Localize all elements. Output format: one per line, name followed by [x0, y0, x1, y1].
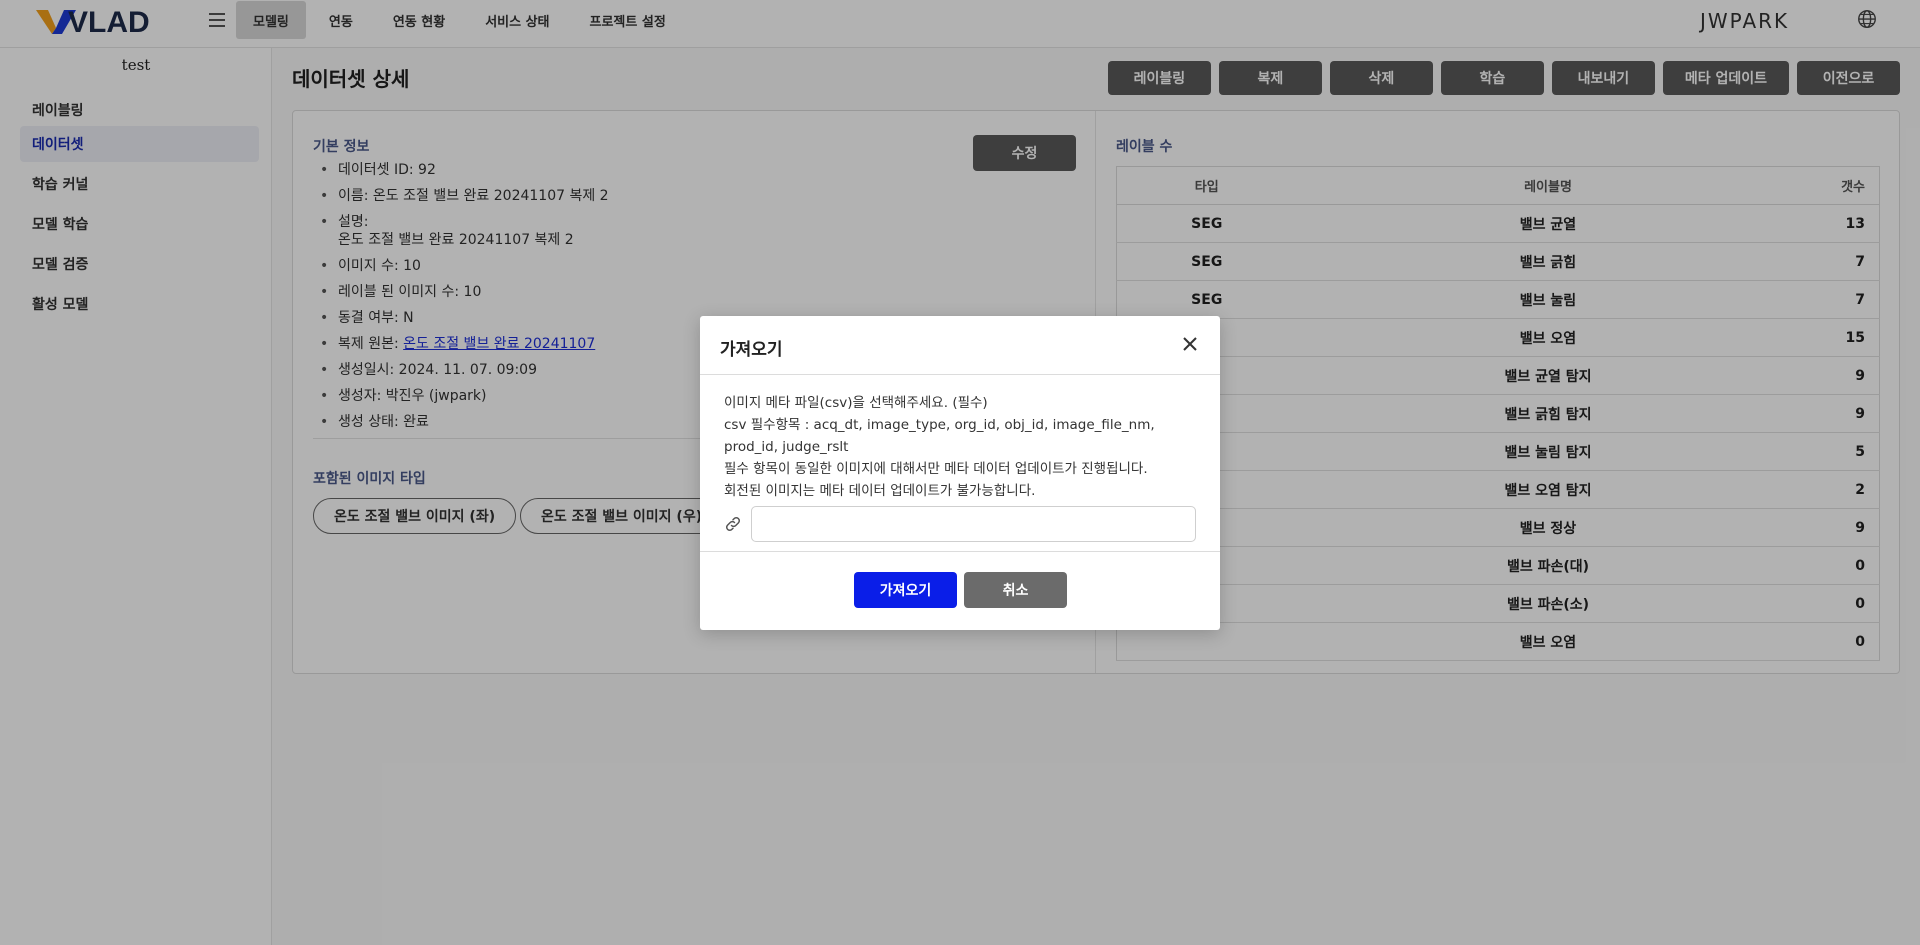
csv-file-input[interactable]: [751, 506, 1196, 542]
cancel-button[interactable]: 취소: [964, 572, 1067, 608]
import-modal: 가져오기 이미지 메타 파일(csv)을 선택해주세요. (필수) csv 필수…: [700, 316, 1220, 630]
modal-line-rotation: 회전된 이미지는 메타 데이터 업데이트가 불가능합니다.: [724, 483, 1036, 499]
file-input-row: [724, 506, 1196, 542]
modal-title: 가져오기: [720, 340, 783, 360]
modal-line-required-fields: csv 필수항목 : acq_dt, image_type, org_id, o…: [724, 417, 1155, 455]
import-confirm-button[interactable]: 가져오기: [854, 572, 957, 608]
modal-footer: 가져오기 취소: [700, 551, 1220, 630]
link-icon: [725, 516, 741, 532]
close-icon[interactable]: [1180, 334, 1200, 354]
modal-header: 가져오기: [700, 316, 1220, 375]
modal-description: 이미지 메타 파일(csv)을 선택해주세요. (필수) csv 필수항목 : …: [724, 392, 1204, 502]
modal-line-condition: 필수 항목이 동일한 이미지에 대해서만 메타 데이터 업데이트가 진행됩니다.: [724, 461, 1148, 477]
modal-line-select: 이미지 메타 파일(csv)을 선택해주세요. (필수): [724, 395, 988, 411]
